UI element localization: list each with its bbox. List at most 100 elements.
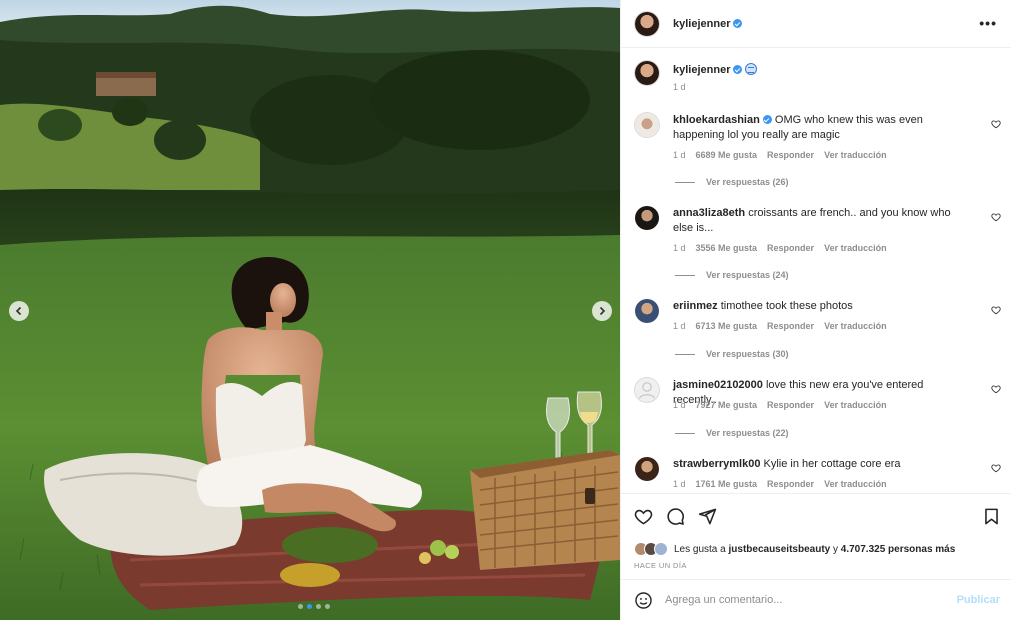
verified-badge-icon xyxy=(762,115,772,124)
likers-avatars xyxy=(634,542,668,556)
translate-button[interactable]: Ver traducción xyxy=(824,400,887,410)
comment-bubble-icon xyxy=(667,508,684,525)
verified-badge-icon xyxy=(733,19,743,28)
more-options-button[interactable]: ••• xyxy=(979,15,997,31)
save-button[interactable] xyxy=(982,507,1001,526)
comment-body: khloekardashian OMG who knew this was ev… xyxy=(673,113,969,143)
more-horizontal-icon: ••• xyxy=(979,15,997,31)
comment-body: anna3liza8eth croissants are french.. an… xyxy=(673,206,969,236)
view-replies-button[interactable]: Ver respuestas (22) xyxy=(675,428,789,438)
translate-button[interactable]: Ver traducción xyxy=(824,321,887,331)
view-replies-label: Ver respuestas (22) xyxy=(706,428,789,438)
comment-likes[interactable]: 3556 Me gusta xyxy=(696,243,758,253)
comments-list: kyliejenner 1 d khloekardashian OMG who … xyxy=(621,49,1011,493)
comment-meta: 1 d 7927 Me gusta Responder Ver traducci… xyxy=(673,400,887,410)
likes-prefix: Les gusta a xyxy=(674,543,726,555)
commenter-avatar[interactable] xyxy=(635,206,659,230)
reply-button[interactable]: Responder xyxy=(767,243,814,253)
view-replies-button[interactable]: Ver respuestas (26) xyxy=(675,177,789,187)
comment-meta: 1 d 6713 Me gusta Responder Ver traducci… xyxy=(673,321,887,331)
caption-time: 1 d xyxy=(673,82,686,92)
commenter-avatar[interactable] xyxy=(635,299,659,323)
like-comment-heart-icon[interactable] xyxy=(991,305,1001,315)
translate-button[interactable]: Ver traducción xyxy=(824,243,887,253)
commenter-avatar[interactable] xyxy=(635,378,659,402)
comment-text: timothee took these photos xyxy=(720,300,853,312)
next-photo-button[interactable] xyxy=(592,301,612,321)
commenter-username[interactable]: eriinmez xyxy=(673,300,718,312)
comment-body: strawberrymlk00 Kylie in her cottage cor… xyxy=(673,457,969,472)
comment-likes[interactable]: 7927 Me gusta xyxy=(696,400,758,410)
reply-button[interactable]: Responder xyxy=(767,400,814,410)
reply-button[interactable]: Responder xyxy=(767,321,814,331)
commenter-username[interactable]: jasmine02102000 xyxy=(673,379,763,391)
commenter-username[interactable]: khloekardashian xyxy=(673,114,760,126)
post-header: kyliejenner ••• xyxy=(621,0,1011,48)
comment-body: eriinmez timothee took these photos xyxy=(673,299,969,314)
translate-button[interactable]: Ver traducción xyxy=(824,150,887,160)
comment-time: 1 d xyxy=(673,479,686,489)
commenter-avatar[interactable] xyxy=(635,113,659,137)
caption-avatar[interactable] xyxy=(635,61,659,85)
comment-likes[interactable]: 6689 Me gusta xyxy=(696,150,758,160)
author-avatar[interactable] xyxy=(635,11,659,36)
comment-likes[interactable]: 1761 Me gusta xyxy=(696,479,758,489)
caption: kyliejenner xyxy=(635,61,758,85)
reply-button[interactable]: Responder xyxy=(767,150,814,160)
like-comment-heart-icon[interactable] xyxy=(991,384,1001,394)
replies-divider xyxy=(675,274,695,276)
previous-photo-button[interactable] xyxy=(9,301,29,321)
comment-item: strawberrymlk00 Kylie in her cottage cor… xyxy=(635,457,1005,493)
publish-button[interactable]: Publicar xyxy=(957,594,1000,606)
likes-middle: y xyxy=(833,543,838,555)
view-replies-label: Ver respuestas (24) xyxy=(706,270,789,280)
view-replies-label: Ver respuestas (30) xyxy=(706,349,789,359)
liker-avatar xyxy=(654,542,668,556)
carousel-indicator xyxy=(298,604,330,609)
replies-divider xyxy=(675,432,695,434)
translate-button[interactable]: Ver traducción xyxy=(824,479,887,489)
comment-meta: 1 d 1761 Me gusta Responder Ver traducci… xyxy=(673,479,887,489)
comment-button[interactable] xyxy=(666,507,685,526)
view-replies-button[interactable]: Ver respuestas (30) xyxy=(675,349,789,359)
like-comment-heart-icon[interactable] xyxy=(991,463,1001,473)
commenter-username[interactable]: anna3liza8eth xyxy=(673,207,745,219)
comment-time: 1 d xyxy=(673,150,686,160)
replies-divider xyxy=(675,353,695,355)
author-username[interactable]: kyliejenner xyxy=(673,18,730,30)
comment-time: 1 d xyxy=(673,243,686,253)
photo-scene xyxy=(0,0,620,620)
comment-text: Kylie in her cottage core era xyxy=(763,458,901,470)
emoji-smiley-icon[interactable] xyxy=(634,591,653,610)
comment-item: khloekardashian OMG who knew this was ev… xyxy=(635,113,1005,193)
add-comment-bar: Publicar xyxy=(621,579,1011,620)
post-photo[interactable] xyxy=(0,0,620,620)
comment-time: 1 d xyxy=(673,321,686,331)
comment-meta: 1 d 3556 Me gusta Responder Ver traducci… xyxy=(673,243,887,253)
replies-divider xyxy=(675,181,695,183)
chevron-left-icon xyxy=(15,306,22,316)
post-actions: Les gusta a justbecauseitsbeauty y 4.707… xyxy=(621,493,1011,579)
glass-emoji-icon xyxy=(745,63,758,75)
share-button[interactable] xyxy=(698,507,717,526)
commenter-avatar[interactable] xyxy=(635,457,659,481)
paper-plane-icon xyxy=(698,508,717,525)
carousel-dot xyxy=(316,604,321,609)
view-replies-button[interactable]: Ver respuestas (24) xyxy=(675,270,789,280)
carousel-dot xyxy=(307,604,312,609)
likes-count-link[interactable]: 4.707.325 personas más xyxy=(841,544,956,555)
like-comment-heart-icon[interactable] xyxy=(991,212,1001,222)
commenter-username[interactable]: strawberrymlk00 xyxy=(673,458,760,470)
post-date: HACE UN DÍA xyxy=(634,561,687,570)
reply-button[interactable]: Responder xyxy=(767,479,814,489)
like-comment-heart-icon[interactable] xyxy=(991,119,1001,129)
comment-time: 1 d xyxy=(673,400,686,410)
caption-username[interactable]: kyliejenner xyxy=(673,64,730,76)
default-avatar-icon xyxy=(638,382,656,399)
carousel-dot xyxy=(298,604,303,609)
comment-input[interactable] xyxy=(665,594,935,606)
comment-likes[interactable]: 6713 Me gusta xyxy=(696,321,758,331)
like-button[interactable] xyxy=(634,507,653,526)
likes-user-link[interactable]: justbecauseitsbeauty xyxy=(729,544,831,555)
chevron-right-icon xyxy=(599,306,606,316)
